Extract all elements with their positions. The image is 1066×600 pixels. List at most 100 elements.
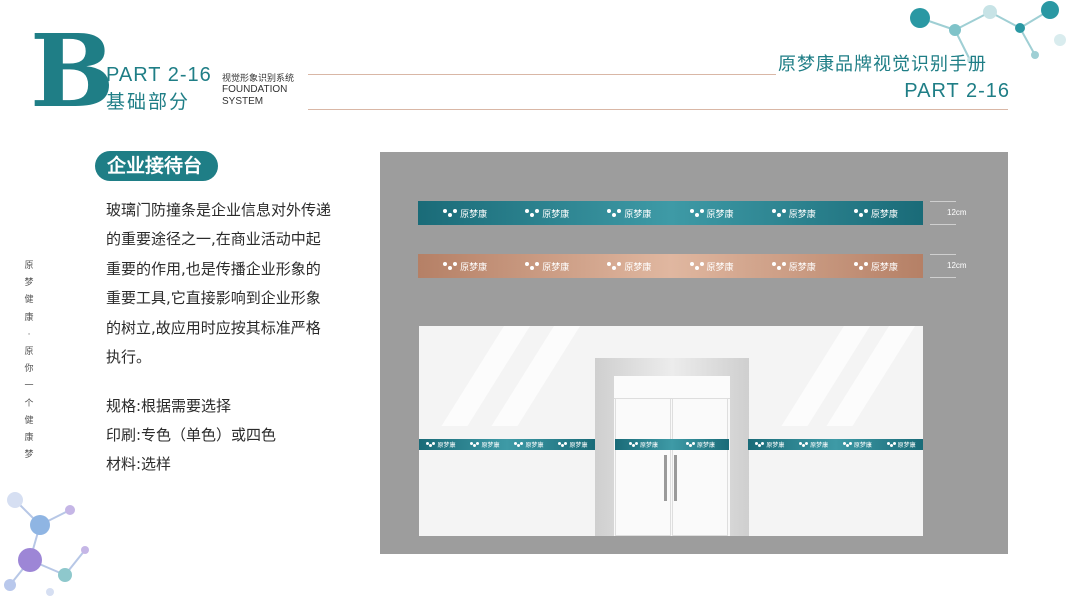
section-title-en-line1: FOUNDATION	[222, 84, 288, 95]
logo-text: 原梦康	[639, 442, 658, 449]
logo-text: 原梦康	[624, 209, 652, 220]
logo-mark-icon	[525, 261, 540, 271]
brand-logo: 原梦康	[470, 440, 500, 449]
molecule-decoration-bottom-left	[4, 492, 89, 596]
logo-text: 原梦康	[569, 442, 588, 449]
logo-mark-icon	[443, 261, 458, 271]
brand-logo: 原梦康	[443, 260, 487, 273]
spec-print: 印刷:专色（单色）或四色	[106, 426, 277, 444]
logo-mark-icon	[607, 208, 622, 218]
slogan-char: 个	[24, 398, 34, 409]
door-transom	[614, 376, 730, 399]
teal-brand-band: 原梦康 原梦康 原梦康 原梦康 原梦康 原梦康	[418, 201, 923, 225]
manual-title: 原梦康品牌视觉识别手册	[778, 54, 987, 75]
logo-text: 原梦康	[788, 209, 816, 220]
logo-mark-icon	[443, 208, 458, 218]
brand-logo: 原梦康	[525, 207, 569, 220]
logo-text: 原梦康	[870, 209, 898, 220]
logo-mark-icon	[558, 442, 568, 447]
logo-text: 原梦康	[437, 442, 456, 449]
logo-text: 原梦康	[460, 209, 488, 220]
door-handle	[664, 455, 667, 501]
brand-logo: 原梦康	[443, 207, 487, 220]
logo-mark-icon	[426, 442, 436, 447]
brand-logo: 原梦康	[426, 440, 456, 449]
logo-mark-icon	[689, 261, 704, 271]
logo-text: 原梦康	[766, 442, 785, 449]
door-leaf-left	[615, 398, 671, 536]
section-letter: B	[30, 12, 115, 130]
logo-mark-icon	[799, 442, 809, 447]
slogan-char: 梦	[24, 450, 34, 461]
slogan-char: 康	[24, 433, 34, 444]
logo-text: 原梦康	[706, 262, 734, 273]
slogan-char: 你	[24, 364, 34, 375]
logo-text: 原梦康	[481, 442, 500, 449]
anti-collision-strip-left: 原梦康 原梦康 原梦康 原梦康	[419, 439, 595, 450]
slogan-char: 原	[24, 261, 34, 271]
door-leaf-right	[672, 398, 728, 536]
brand-logo: 原梦康	[607, 207, 651, 220]
logo-mark-icon	[853, 261, 868, 271]
brand-logo: 原梦康	[853, 260, 898, 273]
section-subtitle-cn: 视觉形象识别系统	[222, 74, 295, 84]
logo-mark-icon	[470, 442, 480, 447]
logo-text: 原梦康	[542, 262, 570, 273]
brand-logo: 原梦康	[886, 440, 916, 449]
section-title-cn: 基础部分	[106, 91, 191, 113]
logo-text: 原梦康	[525, 442, 544, 449]
part-code: PART 2-16	[106, 64, 212, 86]
logo-mark-icon	[514, 442, 524, 447]
body-paragraph: 玻璃门防撞条是企业信息对外传递的重要途径之一,在商业活动中起重要的作用,也是传播…	[106, 201, 332, 367]
storefront-illustration: 原梦康 原梦康 原梦康 原梦康 原梦康 原梦康 12cm 原梦康 原梦康 原梦康…	[380, 152, 1008, 554]
dimension-label: 12cm	[947, 208, 967, 217]
logo-mark-icon	[771, 208, 786, 218]
logo-mark-icon	[685, 442, 695, 447]
door-opening	[614, 376, 730, 536]
slogan-char: 健	[24, 415, 34, 426]
slogan-char: ·	[27, 329, 31, 340]
logo-mark-icon	[689, 208, 704, 218]
spec-material: 材料:选样	[106, 455, 172, 473]
brand-logo: 原梦康	[771, 260, 816, 273]
anti-collision-strip-right: 原梦康 原梦康 原梦康 原梦康	[748, 439, 923, 450]
slogan-char: 一	[24, 381, 34, 392]
brand-logo: 原梦康	[628, 440, 658, 449]
logo-mark-icon	[607, 261, 622, 271]
logo-mark-icon	[628, 442, 638, 447]
brand-logo: 原梦康	[799, 440, 828, 449]
section-heading: 企业接待台	[95, 151, 219, 181]
logo-text: 原梦康	[810, 442, 829, 449]
brand-logo: 原梦康	[685, 440, 715, 449]
brand-logo: 原梦康	[842, 440, 872, 449]
brand-logo: 原梦康	[755, 440, 784, 449]
brand-logo: 原梦康	[525, 260, 569, 273]
logo-mark-icon	[853, 208, 868, 218]
brand-logo: 原梦康	[853, 207, 898, 220]
manual-part-code: PART 2-16	[904, 80, 1010, 102]
slogan-char: 原	[24, 347, 34, 358]
logo-text: 原梦康	[460, 262, 488, 273]
brand-logo: 原梦康	[558, 440, 588, 449]
logo-text: 原梦康	[897, 442, 916, 449]
door-handle	[674, 455, 677, 501]
logo-mark-icon	[755, 442, 765, 447]
dimension-label: 12cm	[947, 261, 967, 270]
bronze-brand-band: 原梦康 原梦康 原梦康 原梦康 原梦康 原梦康	[418, 254, 923, 278]
logo-mark-icon	[525, 208, 540, 218]
section-title-en-line2: SYSTEM	[222, 96, 264, 107]
brand-logo: 原梦康	[514, 440, 544, 449]
brand-logo: 原梦康	[607, 260, 651, 273]
logo-mark-icon	[771, 261, 786, 271]
logo-text: 原梦康	[542, 209, 570, 220]
brand-logo: 原梦康	[689, 207, 734, 220]
header-rule-top	[308, 74, 776, 75]
brand-logo: 原梦康	[771, 207, 816, 220]
slogan-char: 梦	[24, 278, 34, 289]
spec-size: 规格:根据需要选择	[106, 397, 232, 415]
logo-text: 原梦康	[870, 262, 898, 273]
glass-storefront: 原梦康 原梦康 原梦康 原梦康 原梦康 原梦康 原梦康 原梦康 原梦康 原梦康	[419, 326, 923, 536]
logo-text: 原梦康	[624, 262, 652, 273]
anti-collision-strip-door: 原梦康 原梦康	[615, 439, 729, 450]
logo-text: 原梦康	[788, 262, 816, 273]
